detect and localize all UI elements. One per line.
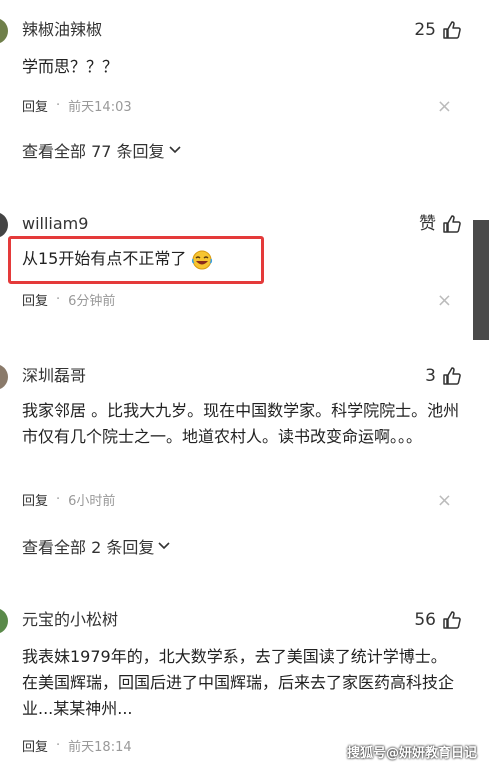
- avatar[interactable]: [0, 608, 8, 634]
- comment-username[interactable]: william9: [22, 212, 88, 236]
- comment-text: 学而思？？？: [22, 57, 119, 76]
- like-count: 56: [414, 610, 436, 630]
- comment-text: 我家邻居 。比我大九岁。现在中国数学家。科学院院士。池州市仅有几个院士之一。地道…: [22, 401, 460, 446]
- reply-button[interactable]: 回复: [22, 490, 48, 509]
- avatar[interactable]: [0, 212, 8, 238]
- avatar[interactable]: [0, 364, 8, 390]
- highlight-box: [8, 236, 264, 284]
- thumbs-up-icon[interactable]: [442, 366, 462, 386]
- view-all-replies-label: 查看全部 77 条回复: [22, 142, 165, 161]
- view-all-replies-link[interactable]: 查看全部 2 条回复: [22, 534, 170, 558]
- meta-separator: ·: [56, 292, 61, 307]
- like-button[interactable]: 25: [414, 18, 462, 42]
- meta-separator: ·: [56, 98, 61, 113]
- thumbs-up-icon[interactable]: [442, 20, 462, 40]
- comment-username[interactable]: 辣椒油辣椒: [22, 18, 102, 42]
- like-button[interactable]: 3: [425, 364, 462, 388]
- meta-separator: ·: [56, 492, 61, 507]
- close-icon[interactable]: ×: [437, 492, 452, 510]
- avatar[interactable]: [0, 18, 8, 44]
- comment-meta: 回复 · 6小时前: [22, 490, 115, 509]
- view-all-replies-label: 查看全部 2 条回复: [22, 538, 155, 557]
- comment-username[interactable]: 深圳磊哥: [22, 364, 86, 388]
- comment-time: 前天18:14: [68, 740, 132, 755]
- chevron-down-icon: [168, 146, 181, 154]
- scrollbar[interactable]: [473, 220, 489, 340]
- like-count: 3: [425, 366, 436, 386]
- thumbs-up-icon[interactable]: [442, 610, 462, 630]
- comment-meta: 回复 · 前天18:14: [22, 736, 132, 755]
- comment-username[interactable]: 元宝的小松树: [22, 608, 118, 632]
- close-icon[interactable]: ×: [437, 292, 452, 310]
- comment-text: 我表妹1979年的，北大数学系，去了美国读了统计学博士。在美国辉瑞，回国后进了中…: [22, 647, 455, 718]
- comment-meta: 回复 · 前天14:03: [22, 96, 132, 115]
- reply-button[interactable]: 回复: [22, 290, 48, 309]
- like-button[interactable]: 赞: [419, 212, 462, 236]
- close-icon[interactable]: ×: [437, 98, 452, 116]
- comment-meta: 回复 · 6分钟前: [22, 290, 115, 309]
- reply-button[interactable]: 回复: [22, 736, 48, 755]
- comment-time: 6小时前: [68, 494, 116, 509]
- reply-button[interactable]: 回复: [22, 96, 48, 115]
- like-button[interactable]: 56: [414, 608, 462, 632]
- watermark: 搜狐号@妍妍教育日记: [346, 746, 477, 761]
- meta-separator: ·: [56, 738, 61, 753]
- view-all-replies-link[interactable]: 查看全部 77 条回复: [22, 138, 181, 162]
- like-count: 赞: [419, 214, 436, 234]
- comment-time: 6分钟前: [68, 294, 116, 309]
- comment-time: 前天14:03: [68, 100, 132, 115]
- thumbs-up-icon[interactable]: [442, 214, 462, 234]
- chevron-down-icon: [158, 542, 170, 550]
- like-count: 25: [414, 20, 436, 40]
